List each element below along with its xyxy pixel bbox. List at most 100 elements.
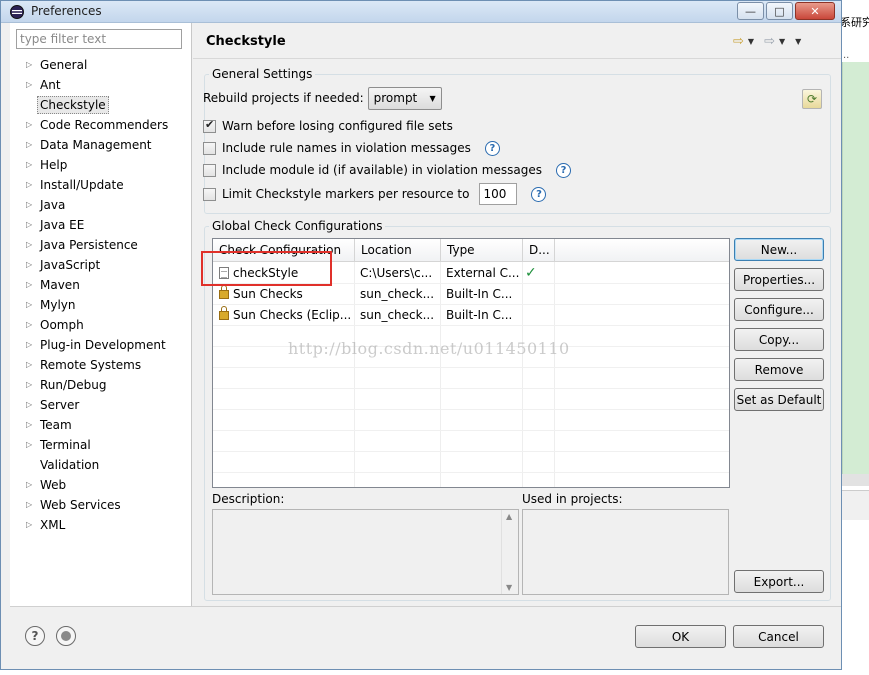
- tree-item-label: Data Management: [40, 138, 152, 152]
- tree-item-validation[interactable]: Validation: [10, 455, 192, 475]
- column-header-default[interactable]: D...: [523, 239, 555, 262]
- expand-arrow-icon[interactable]: ▷: [26, 75, 32, 95]
- maximize-button[interactable]: □: [766, 2, 793, 20]
- rebuild-select[interactable]: prompt ▼: [367, 86, 442, 110]
- tree-item-oomph[interactable]: ▷ Oomph: [10, 315, 192, 335]
- lock-icon: [219, 306, 229, 320]
- tree-item-code-recommenders[interactable]: ▷ Code Recommenders: [10, 115, 192, 135]
- remove-button[interactable]: Remove: [734, 358, 824, 381]
- title-bar[interactable]: Preferences — □ ✕: [1, 1, 841, 23]
- tree-item-maven[interactable]: ▷ Maven: [10, 275, 192, 295]
- column-header-location[interactable]: Location: [355, 239, 441, 262]
- tree-item-web[interactable]: ▷ Web: [10, 475, 192, 495]
- tree-item-install-update[interactable]: ▷ Install/Update: [10, 175, 192, 195]
- expand-arrow-icon[interactable]: ▷: [26, 235, 32, 255]
- tree-item-java-persistence[interactable]: ▷ Java Persistence: [10, 235, 192, 255]
- tree-item-ant[interactable]: ▷ Ant: [10, 75, 192, 95]
- expand-arrow-icon[interactable]: ▷: [26, 275, 32, 295]
- expand-arrow-icon[interactable]: ▷: [26, 475, 32, 495]
- tree-item-label: JavaScript: [40, 258, 101, 272]
- table-row[interactable]: Sun Checks (Eclip... sun_check... Built-…: [213, 305, 729, 326]
- expand-arrow-icon[interactable]: ▷: [26, 515, 32, 535]
- tree-item-plug-in-development[interactable]: ▷ Plug-in Development: [10, 335, 192, 355]
- refresh-icon[interactable]: ⟳: [802, 89, 822, 109]
- scroll-down-icon[interactable]: ▼: [506, 583, 512, 592]
- expand-arrow-icon[interactable]: ▷: [26, 495, 32, 515]
- expand-arrow-icon[interactable]: ▷: [26, 375, 32, 395]
- tree-item-label: Java: [40, 198, 66, 212]
- help-icon[interactable]: ?: [25, 626, 45, 646]
- view-menu-icon[interactable]: ▼: [795, 37, 801, 46]
- expand-arrow-icon[interactable]: ▷: [26, 355, 32, 375]
- description-scrollbar[interactable]: ▲ ▼: [501, 510, 518, 594]
- tree-item-general[interactable]: ▷ General: [10, 55, 192, 75]
- tree-item-xml[interactable]: ▷ XML: [10, 515, 192, 535]
- help-icon[interactable]: ?: [484, 140, 500, 156]
- expand-arrow-icon[interactable]: ▷: [26, 255, 32, 275]
- properties-button[interactable]: Properties...: [734, 268, 824, 291]
- scroll-up-icon[interactable]: ▲: [506, 512, 512, 521]
- tree-item-help[interactable]: ▷ Help: [10, 155, 192, 175]
- used-in-projects-list[interactable]: [522, 509, 729, 595]
- description-text-area[interactable]: ▲ ▼: [212, 509, 519, 595]
- expand-arrow-icon[interactable]: ▷: [26, 435, 32, 455]
- configure-button[interactable]: Configure...: [734, 298, 824, 321]
- include-module-checkbox[interactable]: [203, 163, 216, 177]
- tree-item-run-debug[interactable]: ▷ Run/Debug: [10, 375, 192, 395]
- expand-arrow-icon[interactable]: ▷: [26, 315, 32, 335]
- tree-item-server[interactable]: ▷ Server: [10, 395, 192, 415]
- tree-item-remote-systems[interactable]: ▷ Remote Systems: [10, 355, 192, 375]
- include-rule-label: Include rule names in violation messages: [222, 141, 471, 155]
- tree-item-label: Maven: [40, 278, 80, 292]
- expand-arrow-icon[interactable]: ▷: [26, 215, 32, 235]
- help-icon[interactable]: ?: [555, 162, 571, 178]
- include-module-label: Include module id (if available) in viol…: [222, 163, 542, 177]
- tree-item-team[interactable]: ▷ Team: [10, 415, 192, 435]
- back-history-dropdown-icon[interactable]: ▼: [748, 37, 754, 46]
- back-arrow-icon[interactable]: ⇨: [733, 34, 744, 49]
- tree-item-mylyn[interactable]: ▷ Mylyn: [10, 295, 192, 315]
- expand-arrow-icon[interactable]: ▷: [26, 55, 32, 75]
- set-default-button[interactable]: Set as Default: [734, 388, 824, 411]
- tree-item-java[interactable]: ▷ Java: [10, 195, 192, 215]
- close-button[interactable]: ✕: [795, 2, 835, 20]
- tree-item-javascript[interactable]: ▷ JavaScript: [10, 255, 192, 275]
- tree-item-label: Help: [40, 158, 68, 172]
- forward-arrow-icon[interactable]: ⇨: [764, 34, 775, 49]
- expand-arrow-icon[interactable]: ▷: [26, 395, 32, 415]
- expand-arrow-icon[interactable]: ▷: [26, 295, 32, 315]
- cancel-button[interactable]: Cancel: [733, 625, 824, 648]
- table-row[interactable]: Sun Checks sun_check... Built-In C...: [213, 284, 729, 305]
- tree-item-web-services[interactable]: ▷ Web Services: [10, 495, 192, 515]
- include-rule-checkbox[interactable]: [203, 141, 216, 155]
- copy-button[interactable]: Copy...: [734, 328, 824, 351]
- forward-history-dropdown-icon[interactable]: ▼: [779, 37, 785, 46]
- new-button[interactable]: New...: [734, 238, 824, 261]
- export-button[interactable]: Export...: [734, 570, 824, 593]
- tree-item-java-ee[interactable]: ▷ Java EE: [10, 215, 192, 235]
- import-export-icon[interactable]: [56, 626, 76, 646]
- minimize-button[interactable]: —: [737, 2, 764, 20]
- page-navigation: ⇨ ▼ ⇨ ▼ ▼: [733, 33, 807, 49]
- expand-arrow-icon[interactable]: ▷: [26, 195, 32, 215]
- ok-button[interactable]: OK: [635, 625, 726, 648]
- column-header-type[interactable]: Type: [441, 239, 523, 262]
- expand-arrow-icon[interactable]: ▷: [26, 175, 32, 195]
- limit-checkbox[interactable]: [203, 187, 216, 201]
- limit-input[interactable]: [479, 183, 518, 205]
- eclipse-icon: [10, 5, 24, 19]
- tree-item-checkstyle[interactable]: Checkstyle: [10, 95, 192, 115]
- warn-checkbox[interactable]: [203, 118, 216, 133]
- expand-arrow-icon[interactable]: ▷: [26, 135, 32, 155]
- grid-row-line: [213, 472, 729, 473]
- expand-arrow-icon[interactable]: ▷: [26, 155, 32, 175]
- rebuild-row: Rebuild projects if needed: prompt ▼: [203, 86, 442, 110]
- help-icon[interactable]: ?: [531, 186, 547, 202]
- expand-arrow-icon[interactable]: ▷: [26, 335, 32, 355]
- tree-item-label: Team: [40, 418, 72, 432]
- filter-input[interactable]: [16, 29, 182, 49]
- tree-item-data-management[interactable]: ▷ Data Management: [10, 135, 192, 155]
- expand-arrow-icon[interactable]: ▷: [26, 115, 32, 135]
- tree-item-terminal[interactable]: ▷ Terminal: [10, 435, 192, 455]
- expand-arrow-icon[interactable]: ▷: [26, 415, 32, 435]
